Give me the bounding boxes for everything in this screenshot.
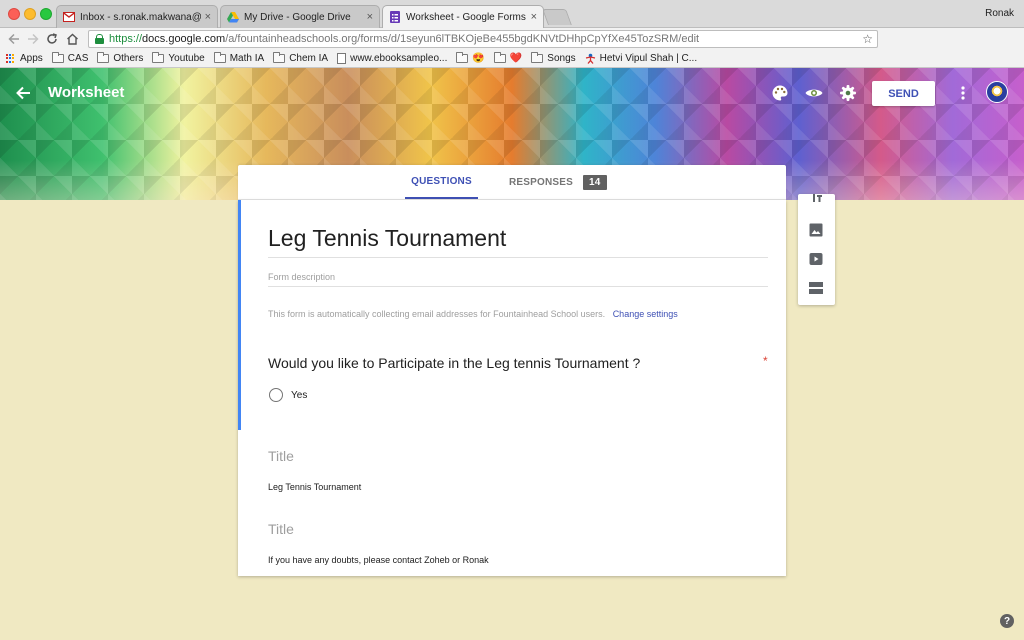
browser-tab-drive[interactable]: My Drive - Google Drive × [220,5,380,28]
folder-icon [213,52,226,63]
bookmark-label: ❤️ [509,53,523,64]
add-video-icon[interactable] [807,250,825,268]
section-description[interactable]: Leg Tennis Tournament [268,482,361,492]
section-title[interactable]: Title [268,521,294,537]
home-icon[interactable] [64,31,80,47]
folder-icon [531,52,544,63]
new-tab-button[interactable] [542,9,572,25]
back-arrow-icon[interactable] [14,83,34,103]
folder-icon [493,52,506,63]
bookmark-page[interactable]: Hetvi Vipul Shah | C... [585,53,697,64]
add-section-icon[interactable] [807,279,825,297]
required-asterisk: * [763,354,768,368]
back-icon[interactable] [6,31,22,47]
zoom-window-button[interactable] [40,8,52,20]
send-button[interactable]: SEND [872,81,935,106]
email-notice-text: This form is automatically collecting em… [268,309,606,319]
avatar[interactable] [986,81,1008,103]
bookmark-folder[interactable]: Math IA [213,52,265,64]
close-tab-icon[interactable]: × [367,11,373,23]
url-scheme: https:// [109,33,143,45]
add-item-toolbar [798,194,835,305]
tab-label: My Drive - Google Drive [244,11,351,23]
bookmark-label: Math IA [229,53,265,64]
form-name[interactable]: Worksheet [48,84,124,101]
section-title[interactable]: Title [268,448,294,464]
preview-eye-icon[interactable] [804,83,824,103]
folder-icon [456,52,469,63]
bookmark-folder[interactable]: Chem IA [273,52,329,64]
form-description-input[interactable]: Form description [268,272,768,287]
form-card: Leg Tennis Tournament Form description T… [238,200,786,576]
person-icon [585,53,596,64]
palette-icon[interactable] [770,83,790,103]
bookmark-label: Others [113,53,144,64]
form-title-input[interactable]: Leg Tennis Tournament [268,225,768,258]
close-window-button[interactable] [8,8,20,20]
bookmark-label: Hetvi Vipul Shah | C... [599,53,698,64]
tab-label: Inbox - s.ronak.makwana@fou [80,11,201,23]
active-item-indicator [238,200,241,430]
bookmark-folder[interactable]: CAS [51,52,89,64]
responses-count-badge: 14 [583,174,607,190]
google-drive-icon [227,11,239,23]
section-description[interactable]: If you have any doubts, please contact Z… [268,555,489,565]
browser-tab-gmail[interactable]: Inbox - s.ronak.makwana@fou × [56,5,218,28]
lock-icon [95,34,104,44]
address-bar[interactable]: https:// docs.google.com /a/fountainhead… [88,30,878,48]
bookmark-label: CAS [67,53,89,64]
folder-icon [97,52,110,63]
bookmark-apps[interactable]: Apps [6,53,43,64]
option-label[interactable]: Yes [291,390,307,401]
bookmark-label: Apps [20,53,43,64]
forward-icon[interactable] [25,31,41,47]
bookmark-label: Songs [547,53,576,64]
bookmark-page[interactable]: www.ebooksampleo... [337,53,447,64]
google-forms-icon [389,11,401,23]
bookmark-folder[interactable]: Songs [531,52,576,64]
minimize-window-button[interactable] [24,8,36,20]
bookmark-folder[interactable]: Others [97,52,144,64]
tab-questions[interactable]: QUESTIONS [405,165,478,199]
close-tab-icon[interactable]: × [205,11,211,23]
browser-tab-strip: Inbox - s.ronak.makwana@fou × My Drive -… [0,0,1024,28]
close-tab-icon[interactable]: × [531,11,537,23]
folder-icon [273,52,286,63]
email-collection-notice: This form is automatically collecting em… [268,309,678,319]
folder-icon [51,52,64,63]
help-icon[interactable]: ? [1000,614,1014,628]
bookmark-label: Youtube [168,53,205,64]
gmail-icon [63,11,75,23]
bookmark-label: Chem IA [289,53,329,64]
url-path: /a/fountainheadschools.org/forms/d/1seyu… [225,33,700,45]
page-icon [337,53,347,64]
tab-responses-label: RESPONSES [509,176,574,188]
url-host: docs.google.com [142,33,226,45]
browser-toolbar: https:// docs.google.com /a/fountainhead… [0,28,1024,74]
add-image-icon[interactable] [807,221,825,239]
add-title-icon[interactable] [807,194,825,204]
bookmark-folder[interactable]: Youtube [152,52,205,64]
settings-gear-icon[interactable] [838,83,858,103]
tab-responses[interactable]: RESPONSES 14 [509,165,607,199]
folder-icon [152,52,165,63]
form-tabs: QUESTIONS RESPONSES 14 [238,165,786,200]
profile-name[interactable]: Ronak [985,8,1014,19]
bookmark-folder[interactable]: 😍 [456,52,485,64]
tab-label: Worksheet - Google Forms [406,11,526,23]
radio-button[interactable] [269,388,283,402]
apps-icon [6,53,16,64]
more-options-icon[interactable] [955,83,971,103]
change-settings-link[interactable]: Change settings [613,309,678,319]
question-title[interactable]: Would you like to Participate in the Leg… [268,355,640,371]
bookmarks-bar: Apps CAS Others Youtube Math IA Chem IA … [0,50,1024,68]
bookmark-folder[interactable]: ❤️ [493,52,523,64]
bookmark-label: 😍 [472,53,485,64]
browser-tab-forms[interactable]: Worksheet - Google Forms × [382,5,544,28]
reload-icon[interactable] [44,31,60,47]
bookmark-label: www.ebooksampleo... [350,53,448,64]
bookmark-star-icon[interactable]: ☆ [862,32,873,46]
